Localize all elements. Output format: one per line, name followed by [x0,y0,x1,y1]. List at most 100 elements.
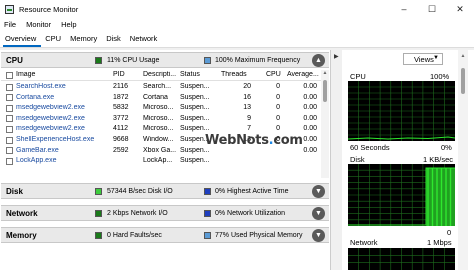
scroll-up-arrow[interactable]: ▲ [321,70,329,78]
scroll-thumb[interactable] [323,80,327,102]
table-row[interactable]: msedgewebview2.exe 5832 Microso... Suspen..… [1,103,321,114]
maximize-button[interactable]: ☐ [418,0,446,18]
minimize-button[interactable]: – [390,0,418,18]
network-section-title: Network [6,208,38,218]
disk-graph-min: 0 [447,228,452,237]
cell-description: Window... [143,136,174,143]
select-all-checkbox[interactable] [6,72,13,79]
menu-file[interactable]: File [4,20,16,29]
pane-splitter[interactable] [333,50,340,270]
disk-expand-button[interactable]: ▼ [312,184,325,198]
row-checkbox[interactable] [6,125,13,133]
cpu-usage-indicator [95,56,102,64]
cell-status: Suspen... [180,125,210,133]
cpu-graph-label: CPU [350,72,366,81]
network-io-text: 2 Kbps Network I/O [107,209,168,217]
table-scrollbar[interactable]: ▲ [321,70,329,178]
cell-cpu: 0 [276,125,280,133]
disk-graph-max: 1 KB/sec [423,155,454,164]
column-threads[interactable]: Threads [221,71,251,78]
row-checkbox[interactable] [6,157,13,165]
table-row[interactable]: Cortana.exe 1872 Cortana Suspen... 16 0 0.00 [1,93,321,104]
cpu-graph-min: 0% [441,143,452,152]
hard-faults-indicator [95,231,102,239]
table-row[interactable]: msedgewebview2.exe 3772 Microso... Suspen..… [1,114,321,125]
cell-threads: 13 [243,104,251,112]
views-label: Views [414,54,434,64]
cpu-frequency-text: 100% Maximum Frequency [215,56,301,64]
row-checkbox[interactable] [6,104,13,112]
cell-image: msedgewebview2.exe [16,125,85,133]
cell-image: msedgewebview2.exe [16,104,85,112]
row-checkbox[interactable] [6,83,13,91]
tab-network[interactable]: Network [128,34,163,47]
column-average-cpu[interactable]: Average... [287,71,319,78]
cpu-section-header[interactable]: CPU 11% CPU Usage 100% Maximum Frequency… [1,52,329,68]
column-status[interactable]: Status [180,71,214,78]
cell-pid: 2592 [113,146,129,154]
cell-average-cpu: 0.00 [303,104,317,112]
network-section-header[interactable]: Network 2 Kbps Network I/O 0% Network Ut… [1,205,329,221]
views-dropdown[interactable]: Views ▼ [403,53,443,65]
table-row[interactable]: LockApp.exe LockAp... Suspen... [1,156,321,167]
memory-section-header[interactable]: Memory 0 Hard Faults/sec 77% Used Physic… [1,227,329,243]
menu-help[interactable]: Help [61,20,76,29]
watermark-text: WebNots [205,133,269,148]
cell-cpu: 0 [276,114,280,122]
cell-description: LockAp... [143,157,173,165]
tab-cpu[interactable]: CPU [43,34,66,47]
column-pid[interactable]: PID [113,71,141,78]
network-graph-label: Network [350,238,378,247]
graphs-scroll-thumb[interactable] [461,68,465,94]
network-io-indicator [95,209,102,217]
graphs-scrollbar[interactable]: ▲ [458,50,468,270]
cell-status: Suspen... [180,93,210,101]
network-graph-canvas [348,248,455,270]
graphs-scroll-up-arrow[interactable]: ▲ [458,53,468,59]
cpu-graph-max: 100% [430,72,450,81]
row-checkbox[interactable] [6,94,13,102]
table-header: Image PID Descripti... Status Threads CP… [1,70,321,81]
cell-status: Suspen... [180,157,210,165]
cell-description: Xbox Ga... [143,146,177,154]
tab-overview[interactable]: Overview [3,34,42,47]
window-title: Resource Monitor [19,4,79,14]
cell-status: Suspen... [180,104,210,112]
disk-graph [348,164,455,226]
network-utilization-text: 0% Network Utilization [215,209,286,217]
network-expand-button[interactable]: ▼ [312,206,325,220]
cell-pid: 4112 [113,125,129,133]
column-image[interactable]: Image [16,71,106,78]
row-checkbox[interactable] [6,147,13,155]
network-utilization-indicator [204,209,211,217]
network-graph-max: 1 Mbps [427,238,452,247]
cell-threads: 16 [243,93,251,101]
disk-section-title: Disk [6,186,23,196]
disk-graph-label: Disk [350,155,365,164]
row-checkbox[interactable] [6,115,13,123]
table-row[interactable]: SearchHost.exe 2116 Search... Suspen... 20 0 0… [1,82,321,93]
cell-image: Cortana.exe [16,93,55,101]
memory-expand-button[interactable]: ▼ [312,228,325,242]
disk-active-text: 0% Highest Active Time [215,187,289,195]
cell-cpu: 0 [276,104,280,112]
cpu-collapse-button[interactable]: ▲ [312,53,325,67]
disk-graph-canvas [348,164,455,226]
cell-status: Suspen... [180,114,210,122]
tab-disk[interactable]: Disk [104,34,126,47]
cell-image: ShellExperienceHost.exe [16,136,95,143]
column-description[interactable]: Descripti... [143,71,177,78]
menu-bar: File Monitor Help [0,18,474,31]
close-button[interactable]: ✕ [446,0,474,18]
cell-description: Microso... [143,125,174,133]
disk-section-header[interactable]: Disk 57344 B/sec Disk I/O 0% Highest Act… [1,183,329,199]
cell-threads: 7 [247,125,251,133]
column-cpu[interactable]: CPU [266,71,284,78]
collapse-graphs-arrow-icon[interactable]: ▶ [334,53,339,60]
cell-threads: 20 [243,83,251,90]
row-checkbox[interactable] [6,136,13,144]
cell-pid: 3772 [113,114,129,122]
cell-average-cpu: 0.00 [303,125,317,133]
tab-memory[interactable]: Memory [68,34,102,47]
menu-monitor[interactable]: Monitor [26,20,51,29]
